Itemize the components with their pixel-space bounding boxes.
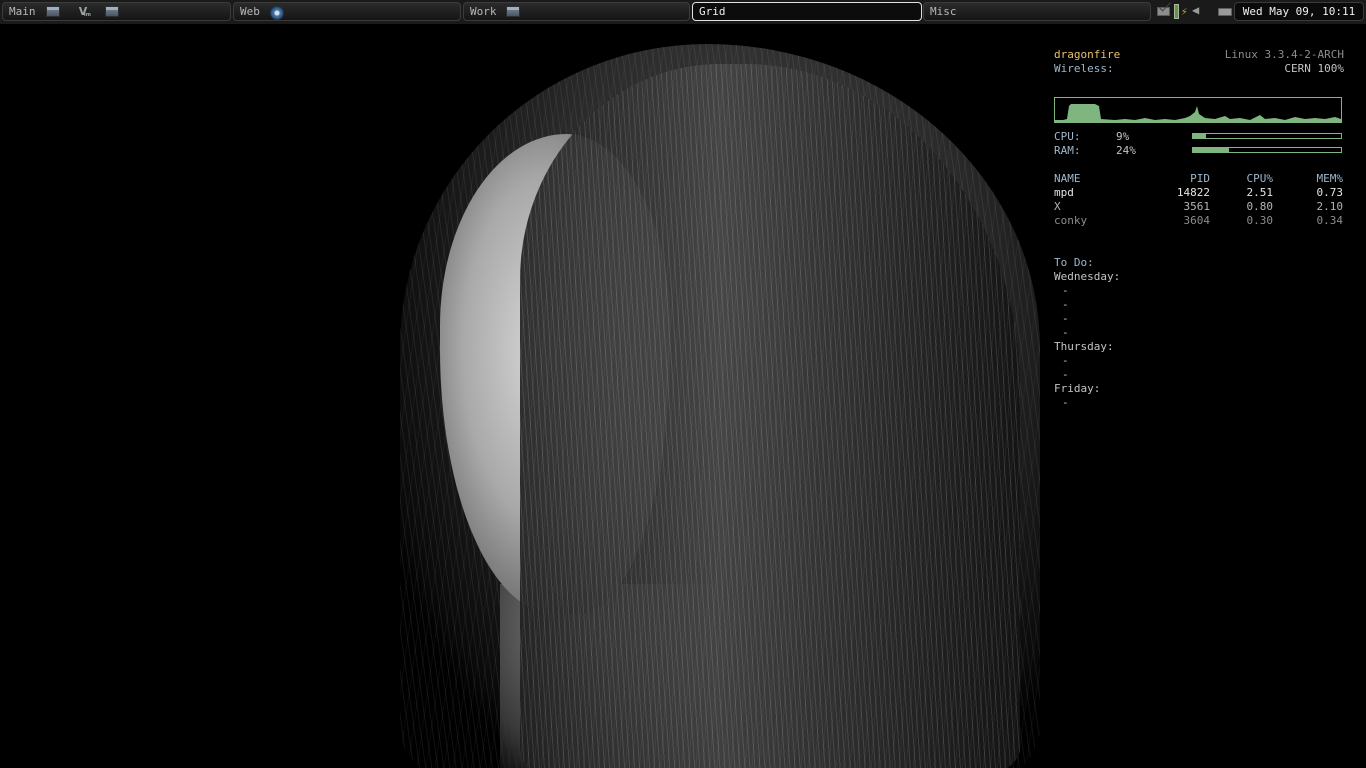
workspace-work[interactable]: Work [463,2,690,21]
process-row: mpd 14822 2.51 0.73 [1054,186,1344,200]
conky-host-row: dragonfire Linux 3.3.4-2-ARCH [1054,48,1344,62]
network-graph-area [1055,104,1341,122]
workspace-grid[interactable]: Grid [692,2,922,21]
process-table-header: NAME PID CPU% MEM% [1054,172,1344,186]
workspace-work-label: Work [470,5,497,18]
ram-value: 24% [1116,144,1136,157]
hostname: dragonfire [1054,48,1121,61]
todo-item: - [1062,284,1069,297]
conky-wireless-row: Wireless: CERN 100% [1054,62,1344,76]
cpu-bar-fill [1193,134,1207,138]
keyboard-icon[interactable] [1218,8,1232,16]
workspace-misc[interactable]: Misc [923,2,1151,21]
terminal-window-icon[interactable] [506,6,520,17]
volume-icon[interactable]: ◀ [1192,3,1199,17]
process-name: conky [1054,214,1088,227]
terminal-window-icon[interactable] [46,6,60,17]
terminal-window-icon[interactable] [105,6,119,17]
mail-icon[interactable] [1157,7,1170,16]
process-cpu: 0.30 [1246,214,1274,227]
top-panel: Main V Web Work Grid Misc ⚡ ◀ Wed May 09… [0,0,1366,24]
process-cpu: 2.51 [1246,186,1274,199]
process-name: mpd [1054,186,1074,199]
wireless-value: CERN 100% [1284,62,1344,75]
todo-title: To Do: [1054,256,1094,269]
cpu-value: 9% [1116,130,1130,143]
battery-icon[interactable] [1174,4,1179,19]
network-graph-svg [1055,104,1341,122]
process-mem: 0.73 [1316,186,1344,199]
todo-item: - [1062,312,1069,325]
workspace-web-label: Web [240,5,260,18]
todo-item: - [1062,326,1069,339]
ram-label: RAM: [1054,144,1081,157]
cpu-bar [1192,133,1342,139]
ram-stat-row: RAM: 24% [1054,144,1344,158]
workspace-main[interactable]: Main V [2,2,231,22]
workspace-grid-label: Grid [699,5,726,18]
process-row: X 3561 0.80 2.10 [1054,200,1344,214]
todo-item: - [1062,354,1069,367]
todo-day-wednesday: Wednesday: [1054,270,1121,283]
process-pid: 14822 [1176,186,1210,199]
col-name-header: NAME [1054,172,1081,185]
process-pid: 3604 [1183,214,1211,227]
todo-day-thursday: Thursday: [1054,340,1114,353]
conky-monitor: dragonfire Linux 3.3.4-2-ARCH Wireless: … [1054,48,1344,409]
workspace-misc-label: Misc [930,5,957,18]
process-cpu: 0.80 [1246,200,1274,213]
col-pid-header: PID [1190,172,1210,185]
clock[interactable]: Wed May 09, 10:11 [1234,2,1364,21]
cpu-label: CPU: [1054,130,1081,143]
cpu-stat-row: CPU: 9% [1054,130,1344,144]
network-graph [1054,97,1342,123]
vim-icon[interactable]: V [76,5,91,22]
network-icon[interactable]: ⚡ [1181,5,1188,18]
ram-bar-fill [1193,148,1229,152]
browser-icon[interactable] [270,6,284,20]
todo-item: - [1062,368,1069,381]
todo-day-friday: Friday: [1054,382,1101,395]
process-mem: 2.10 [1316,200,1344,213]
wireless-label: Wireless: [1054,62,1114,75]
todo-item: - [1062,396,1069,409]
process-mem: 0.34 [1316,214,1344,227]
workspace-web[interactable]: Web [233,2,461,21]
system-tray: ⚡ ◀ [1152,2,1232,21]
workspace-main-label: Main [9,5,36,18]
todo-item: - [1062,298,1069,311]
process-pid: 3561 [1183,200,1211,213]
ram-bar [1192,147,1342,153]
process-name: X [1054,200,1061,213]
col-cpu-header: CPU% [1246,172,1274,185]
kernel-version: Linux 3.3.4-2-ARCH [1224,48,1344,61]
process-row: conky 3604 0.30 0.34 [1054,214,1344,228]
col-mem-header: MEM% [1316,172,1344,185]
wallpaper-hair-strands [520,64,1020,768]
